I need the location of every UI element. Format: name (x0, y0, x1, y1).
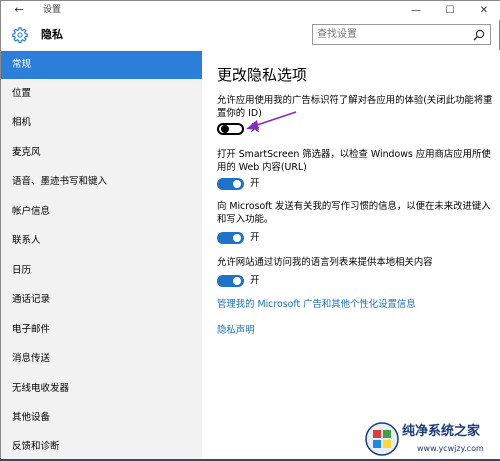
sidebar-item-speech-inking-typing[interactable]: 语音、墨迹书写和键入 (1, 168, 202, 196)
section-title: 更改隐私选项 (217, 66, 308, 84)
page-header: 隐私 (1, 20, 500, 50)
writing-habits-state: 开 (250, 232, 260, 243)
sidebar-item-call-history[interactable]: 通话记录 (1, 286, 202, 314)
watermark: 纯净系统之家 www.ycwjzy.com (365, 421, 500, 459)
sidebar-item-other-devices[interactable]: 其他设备 (1, 404, 202, 432)
sidebar-item-camera[interactable]: 相机 (1, 109, 202, 137)
windows-logo-icon (365, 422, 399, 456)
watermark-text: 纯净系统之家 (402, 424, 481, 439)
toggle-knob (233, 234, 241, 242)
minimize-button[interactable]: — (399, 1, 433, 20)
manage-ads-link[interactable]: 管理我的 Microsoft 广告和其他个性化设置信息 (217, 298, 416, 311)
language-list-toggle[interactable] (217, 275, 244, 287)
toggle-knob (221, 125, 229, 133)
maximize-button[interactable]: ☐ (433, 1, 467, 20)
annotation-arrow-icon (246, 111, 297, 130)
sidebar-item-email[interactable]: 电子邮件 (1, 316, 202, 344)
search-box[interactable] (312, 24, 491, 45)
close-button[interactable]: ✕ (467, 1, 500, 20)
setting-language-list-text: 允许网站通过访问我的语言列表来提供本地相关内容 (217, 257, 433, 268)
sidebar-item-account-info[interactable]: 帐户信息 (1, 198, 202, 226)
back-arrow-icon[interactable]: ← (12, 4, 26, 16)
toggle-knob (233, 277, 241, 285)
sidebar: 常规 位置 相机 麦克风 语音、墨迹书写和键入 帐户信息 联系人 日历 通话记录… (1, 50, 202, 459)
settings-window: ← 设置 — ☐ ✕ 隐私 常规 位置 相机 麦克风 语音、墨迹书写和键入 帐户… (0, 0, 500, 459)
setting-smartscreen-text: 打开 SmartScreen 筛选器，以检查 Windows 应用商店应用所使用… (217, 149, 491, 173)
sidebar-item-contacts[interactable]: 联系人 (1, 227, 202, 255)
sidebar-item-calendar[interactable]: 日历 (1, 257, 202, 285)
watermark-url: www.ycwjzy.com (417, 444, 484, 453)
toggle-knob (233, 180, 241, 188)
sidebar-item-general[interactable]: 常规 (1, 51, 202, 79)
setting-writing-habits-text: 向 Microsoft 发送有关我的写作习惯的信息，以便在未来改进键入和写入功能… (217, 201, 491, 225)
smartscreen-toggle[interactable] (217, 178, 244, 190)
sidebar-item-messaging[interactable]: 消息传送 (1, 345, 202, 373)
search-input[interactable] (317, 27, 467, 42)
search-icon[interactable] (473, 29, 485, 41)
writing-habits-toggle[interactable] (217, 232, 244, 244)
page-title: 隐私 (41, 28, 63, 41)
sidebar-item-microphone[interactable]: 麦克风 (1, 139, 202, 167)
smartscreen-state: 开 (250, 178, 260, 189)
main-content: 更改隐私选项 允许应用使用我的广告标识符了解对各应用的体验(关闭此功能将重置你的… (202, 50, 500, 459)
privacy-statement-link[interactable]: 隐私声明 (217, 324, 255, 337)
gear-icon (12, 27, 28, 44)
sidebar-item-feedback-diagnostics[interactable]: 反馈和诊断 (1, 433, 202, 461)
title-bar: ← 设置 — ☐ ✕ (1, 1, 500, 20)
sidebar-item-radios[interactable]: 无线电收发器 (1, 375, 202, 403)
sidebar-item-location[interactable]: 位置 (1, 80, 202, 108)
language-list-state: 开 (250, 275, 260, 286)
window-title: 设置 (43, 5, 62, 15)
